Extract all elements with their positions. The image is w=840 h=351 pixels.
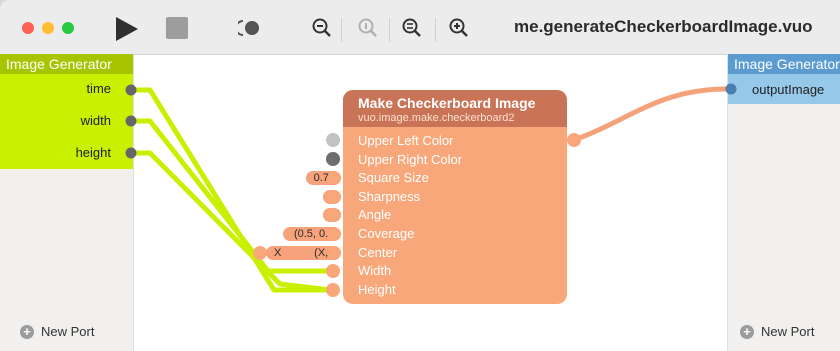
coverage-value[interactable]: (0.5, 0.5) <box>283 227 341 241</box>
node-class-name: vuo.image.make.checkerboard2 <box>358 112 515 124</box>
angle-value[interactable]: 0 <box>323 208 341 222</box>
cable-image-to-outputimage[interactable] <box>573 86 731 143</box>
port-upper-left-color-label: Upper Left Color <box>358 133 454 148</box>
port-square-size-label: Square Size <box>358 170 429 185</box>
published-port-outputimage-dot[interactable] <box>725 83 737 95</box>
port-height-label: Height <box>358 282 396 297</box>
published-port-width-dot[interactable] <box>125 115 137 127</box>
port-sharpness-label: Sharpness <box>358 189 421 204</box>
port-width-label: Width <box>358 263 392 278</box>
center-attachment-x: X <box>274 247 282 259</box>
port-center-label: Center <box>358 245 398 260</box>
published-port-height-dot[interactable] <box>125 147 137 159</box>
node-title: Make Checkerboard Image <box>358 95 536 111</box>
cable-time-to-height[interactable] <box>130 87 330 293</box>
center-value[interactable]: X (X,0) <box>266 246 341 260</box>
port-coverage-label: Coverage <box>358 226 415 241</box>
published-port-time-dot[interactable] <box>125 84 137 96</box>
node-header[interactable]: Make Checkerboard Image vuo.image.make.c… <box>343 90 567 127</box>
sharpness-value[interactable]: 1 <box>323 190 341 204</box>
port-upper-right-color-label: Upper Right Color <box>358 152 463 167</box>
port-angle-label: Angle <box>358 207 392 222</box>
square-size-value[interactable]: 0.75 <box>306 171 341 185</box>
center-value-text: (X,0) <box>314 247 338 259</box>
make-checkerboard-image-node[interactable]: Make Checkerboard Image vuo.image.make.c… <box>343 90 567 304</box>
editor-window: me.generateCheckerboardImage.vuo Image G… <box>0 0 840 351</box>
